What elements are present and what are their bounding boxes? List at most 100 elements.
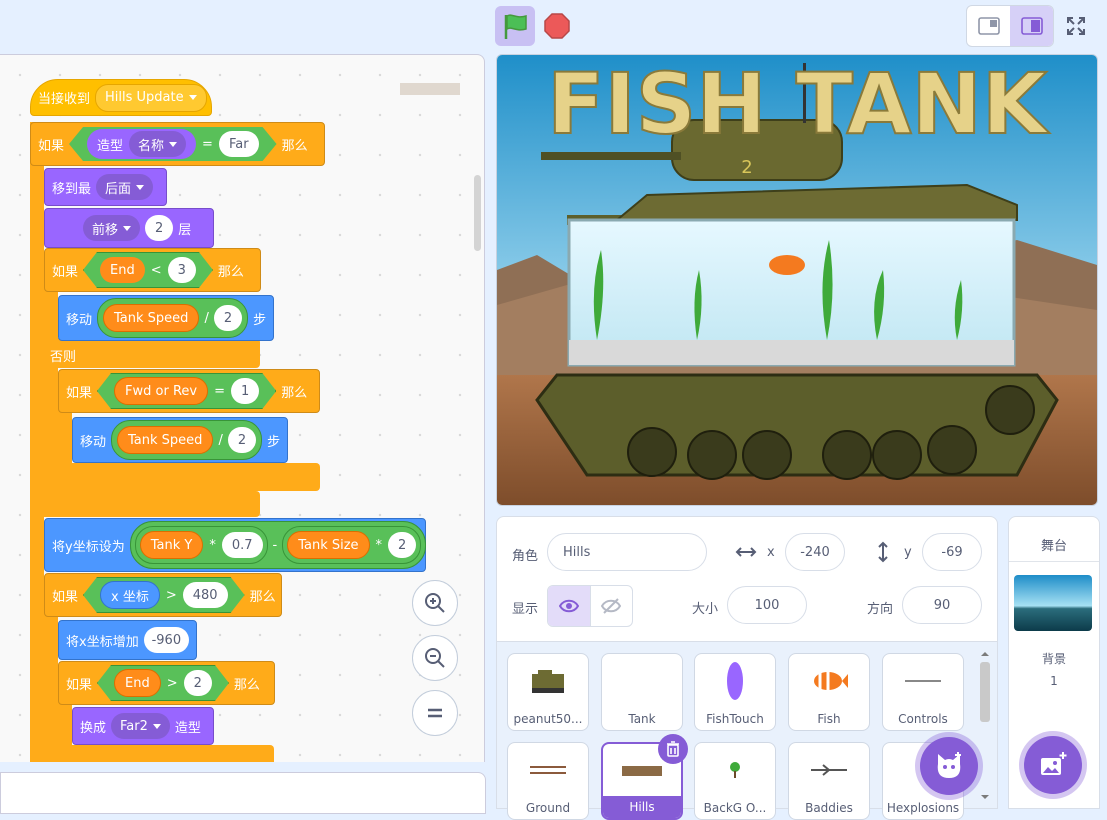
sprite-tile[interactable]: Ground: [507, 742, 589, 820]
if-end-greater-block[interactable]: 如果 End > 2 那么: [58, 661, 275, 705]
if-label: 如果: [38, 138, 65, 154]
factor-input[interactable]: 0.7: [221, 532, 263, 558]
sprite-tile[interactable]: Baddies: [788, 742, 870, 820]
sprite-tile[interactable]: Tank: [601, 653, 683, 731]
tank-speed-reporter[interactable]: Tank Speed: [103, 304, 200, 332]
divisor-input[interactable]: 2: [213, 305, 243, 331]
green-flag-button[interactable]: [495, 6, 535, 46]
chevron-down-icon: [123, 225, 132, 231]
equals-operator[interactable]: Fwd or Rev = 1: [97, 373, 276, 409]
if5-bottom: [72, 745, 274, 762]
divide-operator[interactable]: Tank Speed / 2: [97, 298, 249, 338]
end-variable-reporter[interactable]: End: [100, 257, 145, 283]
costume-reporter[interactable]: 造型 名称: [87, 129, 196, 159]
greater-than-operator[interactable]: End > 2: [97, 665, 229, 701]
layer-dropdown[interactable]: 后面: [96, 174, 154, 200]
size-input[interactable]: 100: [727, 586, 807, 624]
sprite-tile[interactable]: Fish: [788, 653, 870, 731]
sprite-name-input[interactable]: Hills: [547, 533, 707, 571]
equals-operator[interactable]: 造型 名称 = Far: [69, 127, 277, 161]
if-x-greater-block[interactable]: 如果 x 坐标 > 480 那么: [44, 573, 282, 617]
costume-field-dropdown[interactable]: 名称: [129, 131, 186, 157]
eye-icon: [558, 599, 579, 613]
choose-backdrop-button[interactable]: [1024, 736, 1082, 794]
layer-count-input[interactable]: 2: [145, 215, 174, 241]
sprite-tile[interactable]: FishTouch: [694, 653, 776, 731]
factor-input[interactable]: 2: [388, 532, 417, 558]
compare-value-input[interactable]: Far: [219, 131, 259, 157]
then-label: 那么: [217, 264, 244, 280]
direction-value: 90: [933, 597, 951, 613]
sprite-tile[interactable]: peanut50...: [507, 653, 589, 731]
zoom-in-button[interactable]: [412, 580, 458, 626]
zoom-reset-button[interactable]: [412, 690, 458, 736]
sprite-list: peanut50... Tank FishTouch Fish Controls…: [496, 641, 998, 820]
choose-sprite-button[interactable]: [920, 737, 978, 795]
workspace-scrollbar[interactable]: [474, 175, 481, 251]
small-stage-button[interactable]: [967, 6, 1010, 46]
direction-label: 方向: [867, 602, 894, 617]
if-fwd-rev-block[interactable]: 如果 Fwd or Rev = 1 那么: [58, 369, 320, 413]
set-y-block[interactable]: 将y坐标设为 Tank Y * 0.7 - Tank Size * 2: [44, 518, 427, 572]
visibility-toggle: [547, 585, 633, 627]
sprite-tile[interactable]: BackG O...: [694, 742, 776, 820]
sprite-list-scrollbar[interactable]: [978, 648, 992, 803]
sprite-name: Tank: [628, 712, 656, 726]
change-x-input[interactable]: -960: [143, 627, 189, 653]
else-label: 否则: [50, 349, 77, 365]
x-position-input[interactable]: -240: [785, 533, 845, 571]
if-end-less-block[interactable]: 如果 End < 3 那么: [44, 248, 261, 292]
costume-dropdown[interactable]: Far2: [111, 713, 170, 739]
y-label: y: [904, 545, 912, 560]
divide-operator[interactable]: Tank Speed / 2: [111, 420, 263, 460]
x-position-reporter[interactable]: x 坐标: [100, 581, 160, 609]
less-than-operator[interactable]: End < 3: [83, 252, 213, 288]
backdrop-thumbnail[interactable]: [1014, 575, 1092, 631]
subtract-operator[interactable]: Tank Y * 0.7 - Tank Size * 2: [129, 521, 427, 569]
change-x-block[interactable]: 将x坐标增加 -960: [58, 620, 197, 660]
direction-dropdown[interactable]: 前移: [83, 215, 141, 241]
direction-input[interactable]: 90: [902, 586, 982, 624]
if2-arm: [44, 271, 58, 513]
y-position-input[interactable]: -69: [922, 533, 982, 571]
x-value: -240: [800, 544, 830, 560]
go-to-layer-block[interactable]: 移到最 后面: [44, 168, 167, 206]
message-dropdown[interactable]: Hills Update: [95, 83, 207, 112]
change-layer-block[interactable]: 前移 2 层: [44, 208, 214, 248]
tank-size-reporter[interactable]: Tank Size: [287, 531, 370, 559]
compare-value-input[interactable]: 480: [183, 582, 228, 608]
compare-value-input[interactable]: 2: [184, 670, 212, 696]
stage-panel[interactable]: 舞台 背景 1: [1008, 516, 1100, 809]
greater-than-operator[interactable]: x 坐标 > 480: [83, 577, 245, 613]
show-button[interactable]: [548, 586, 590, 626]
stage-canvas[interactable]: FISH TANK 2: [496, 54, 1098, 506]
stop-icon: [544, 13, 570, 39]
move-steps-block[interactable]: 移动 Tank Speed / 2 步: [58, 295, 274, 341]
normal-stage-button[interactable]: [1010, 6, 1053, 46]
sprite-info-panel: 角色 Hills x -240 y -69 显示 大小 100 方向 90: [496, 516, 998, 643]
end-variable-reporter[interactable]: End: [114, 669, 161, 697]
stop-button[interactable]: [540, 9, 574, 43]
chevron-down-icon: [169, 142, 177, 147]
tank-y-reporter[interactable]: Tank Y: [139, 531, 204, 559]
delete-sprite-button[interactable]: [658, 734, 688, 764]
tank-speed-reporter[interactable]: Tank Speed: [117, 426, 214, 454]
divisor-input[interactable]: 2: [227, 427, 257, 453]
compare-value-input[interactable]: 1: [231, 378, 259, 404]
move-steps-block-2[interactable]: 移动 Tank Speed / 2 步: [72, 417, 288, 463]
zoom-out-button[interactable]: [412, 635, 458, 681]
layer-option: 后面: [105, 181, 132, 197]
when-receive-block[interactable]: 当接收到 Hills Update: [30, 79, 212, 116]
steps-suffix: 步: [253, 312, 267, 328]
sprite-tile[interactable]: Controls: [882, 653, 964, 731]
if2-bottom: [44, 491, 260, 517]
multiply-operator[interactable]: Tank Y * 0.7: [134, 526, 268, 564]
hide-button[interactable]: [589, 586, 633, 626]
if-costume-block[interactable]: 如果 造型 名称 = Far 那么: [30, 122, 325, 166]
fullscreen-button[interactable]: [1058, 8, 1094, 44]
multiply-operator-2[interactable]: Tank Size * 2: [282, 526, 422, 564]
compare-value-input[interactable]: 3: [168, 257, 196, 283]
code-workspace[interactable]: 当接收到 Hills Update 如果 造型 名称 = Far 那么 移到最 …: [0, 54, 485, 762]
switch-costume-block[interactable]: 换成 Far2 造型: [72, 707, 214, 745]
fwd-or-rev-reporter[interactable]: Fwd or Rev: [114, 377, 208, 405]
